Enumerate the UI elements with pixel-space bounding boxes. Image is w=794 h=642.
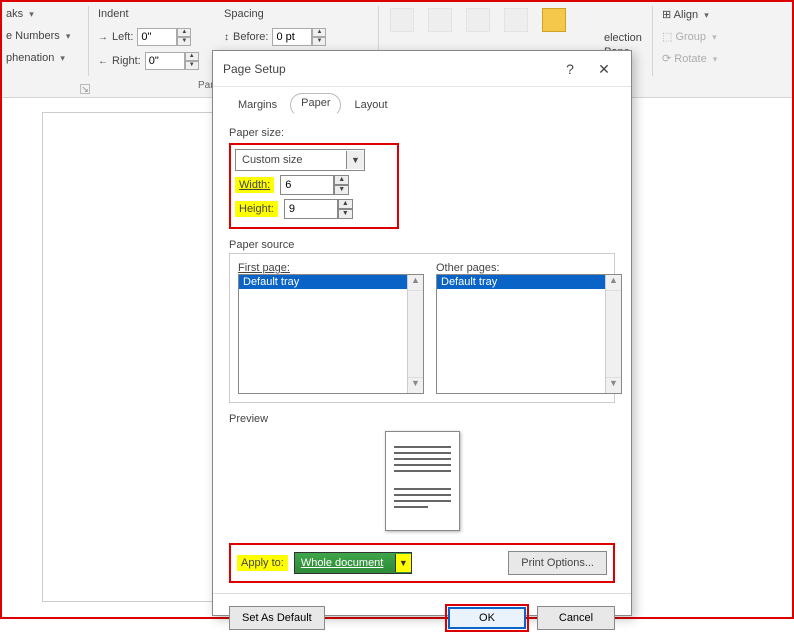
first-page-listbox[interactable]: Default tray ▲▼ xyxy=(238,274,424,394)
cancel-button[interactable]: Cancel xyxy=(537,606,615,630)
spin-down-icon[interactable]: ▼ xyxy=(334,185,349,195)
wrap-text-icon xyxy=(428,8,452,32)
list-item[interactable]: Default tray xyxy=(239,275,423,289)
print-options-button[interactable]: Print Options... xyxy=(508,551,607,575)
breaks-button[interactable]: aks xyxy=(6,8,34,20)
dialog-launcher-icon[interactable]: ↘ xyxy=(80,84,90,94)
preview-area xyxy=(229,425,615,543)
spacing-before-spinner[interactable]: ▲▼ xyxy=(272,28,326,46)
first-page-label: First page: xyxy=(238,262,424,274)
spin-up-icon[interactable]: ▲ xyxy=(185,52,199,61)
paper-size-label: Paper size: xyxy=(229,127,615,139)
page-setup-dialog: Page Setup ? ✕ Margins Paper Layout Pape… xyxy=(212,50,632,616)
paper-source-label: Paper source xyxy=(229,239,615,251)
spin-up-icon[interactable]: ▲ xyxy=(177,28,191,37)
scroll-down-icon[interactable]: ▼ xyxy=(408,377,423,393)
spin-up-icon[interactable]: ▲ xyxy=(312,28,326,37)
indent-right-row: ←Right: ▲▼ xyxy=(98,52,199,70)
spin-down-icon[interactable]: ▼ xyxy=(338,209,353,219)
tab-paper[interactable]: Paper xyxy=(290,93,341,117)
spin-up-icon[interactable]: ▲ xyxy=(338,199,353,209)
align-button[interactable]: ⊞ Align xyxy=(662,8,709,21)
set-as-default-button[interactable]: Set As Default xyxy=(229,606,325,630)
list-item[interactable]: Default tray xyxy=(437,275,621,289)
width-spinner[interactable]: ▲▼ xyxy=(280,175,349,195)
spacing-label: Spacing xyxy=(224,8,264,20)
tab-strip: Margins Paper Layout xyxy=(213,87,631,117)
indent-left-row: →Left: ▲▼ xyxy=(98,28,191,46)
spin-down-icon[interactable]: ▼ xyxy=(177,37,191,46)
group-button: ⬚ Group xyxy=(662,30,717,43)
width-input[interactable] xyxy=(280,175,334,195)
spacing-before-row: ↕Before: ▲▼ xyxy=(224,28,326,46)
scrollbar[interactable]: ▲▼ xyxy=(605,275,621,393)
spin-down-icon[interactable]: ▼ xyxy=(185,61,199,70)
apply-to-value: Whole document xyxy=(301,557,384,569)
chevron-down-icon[interactable]: ▼ xyxy=(346,151,364,169)
dialog-titlebar: Page Setup ? ✕ xyxy=(213,51,631,87)
other-pages-label: Other pages: xyxy=(436,262,622,274)
height-input[interactable] xyxy=(284,199,338,219)
apply-row-highlight: Apply to: Whole document ▼ Print Options… xyxy=(229,543,615,583)
scroll-up-icon[interactable]: ▲ xyxy=(606,275,621,291)
scrollbar[interactable]: ▲▼ xyxy=(407,275,423,393)
separator xyxy=(88,6,89,76)
preview-label: Preview xyxy=(229,413,615,425)
send-backward-icon xyxy=(504,8,528,32)
selection-pane-label[interactable]: election xyxy=(604,32,642,44)
tab-margins[interactable]: Margins xyxy=(225,93,290,117)
other-pages-listbox[interactable]: Default tray ▲▼ xyxy=(436,274,622,394)
paper-size-select[interactable]: Custom size ▼ xyxy=(235,149,365,171)
hyphenation-button[interactable]: phenation xyxy=(6,52,65,64)
ok-button[interactable]: OK xyxy=(448,607,526,629)
position-icon xyxy=(390,8,414,32)
indent-label: Indent xyxy=(98,8,129,20)
paper-source-group: First page: Default tray ▲▼ Other pages:… xyxy=(229,253,615,403)
apply-to-label: Apply to: xyxy=(237,555,288,571)
apply-to-select[interactable]: Whole document ▼ xyxy=(294,552,412,574)
help-button[interactable]: ? xyxy=(553,54,587,84)
spin-up-icon[interactable]: ▲ xyxy=(334,175,349,185)
tab-layout[interactable]: Layout xyxy=(341,93,400,117)
height-label: Height: xyxy=(235,201,278,217)
scroll-down-icon[interactable]: ▼ xyxy=(606,377,621,393)
paper-size-highlight: Custom size ▼ Width: ▲▼ Height: ▲▼ xyxy=(229,143,399,229)
rotate-button: ⟳ Rotate xyxy=(662,52,717,65)
dialog-title: Page Setup xyxy=(223,62,286,76)
ok-highlight: OK xyxy=(445,604,529,632)
indent-right-spinner[interactable]: ▲▼ xyxy=(145,52,199,70)
close-button[interactable]: ✕ xyxy=(587,54,621,84)
arrange-icons xyxy=(390,8,566,32)
preview-page-icon xyxy=(385,431,460,531)
line-numbers-button[interactable]: e Numbers xyxy=(6,30,70,42)
selection-pane-icon[interactable] xyxy=(542,8,566,32)
indent-left-spinner[interactable]: ▲▼ xyxy=(137,28,191,46)
separator xyxy=(652,6,653,76)
scroll-up-icon[interactable]: ▲ xyxy=(408,275,423,291)
chevron-down-icon[interactable]: ▼ xyxy=(395,554,411,572)
bring-forward-icon xyxy=(466,8,490,32)
paper-size-value: Custom size xyxy=(242,154,303,166)
width-label: Width: xyxy=(235,177,274,193)
spin-down-icon[interactable]: ▼ xyxy=(312,37,326,46)
height-spinner[interactable]: ▲▼ xyxy=(284,199,353,219)
dialog-footer: Set As Default OK Cancel xyxy=(213,593,631,642)
